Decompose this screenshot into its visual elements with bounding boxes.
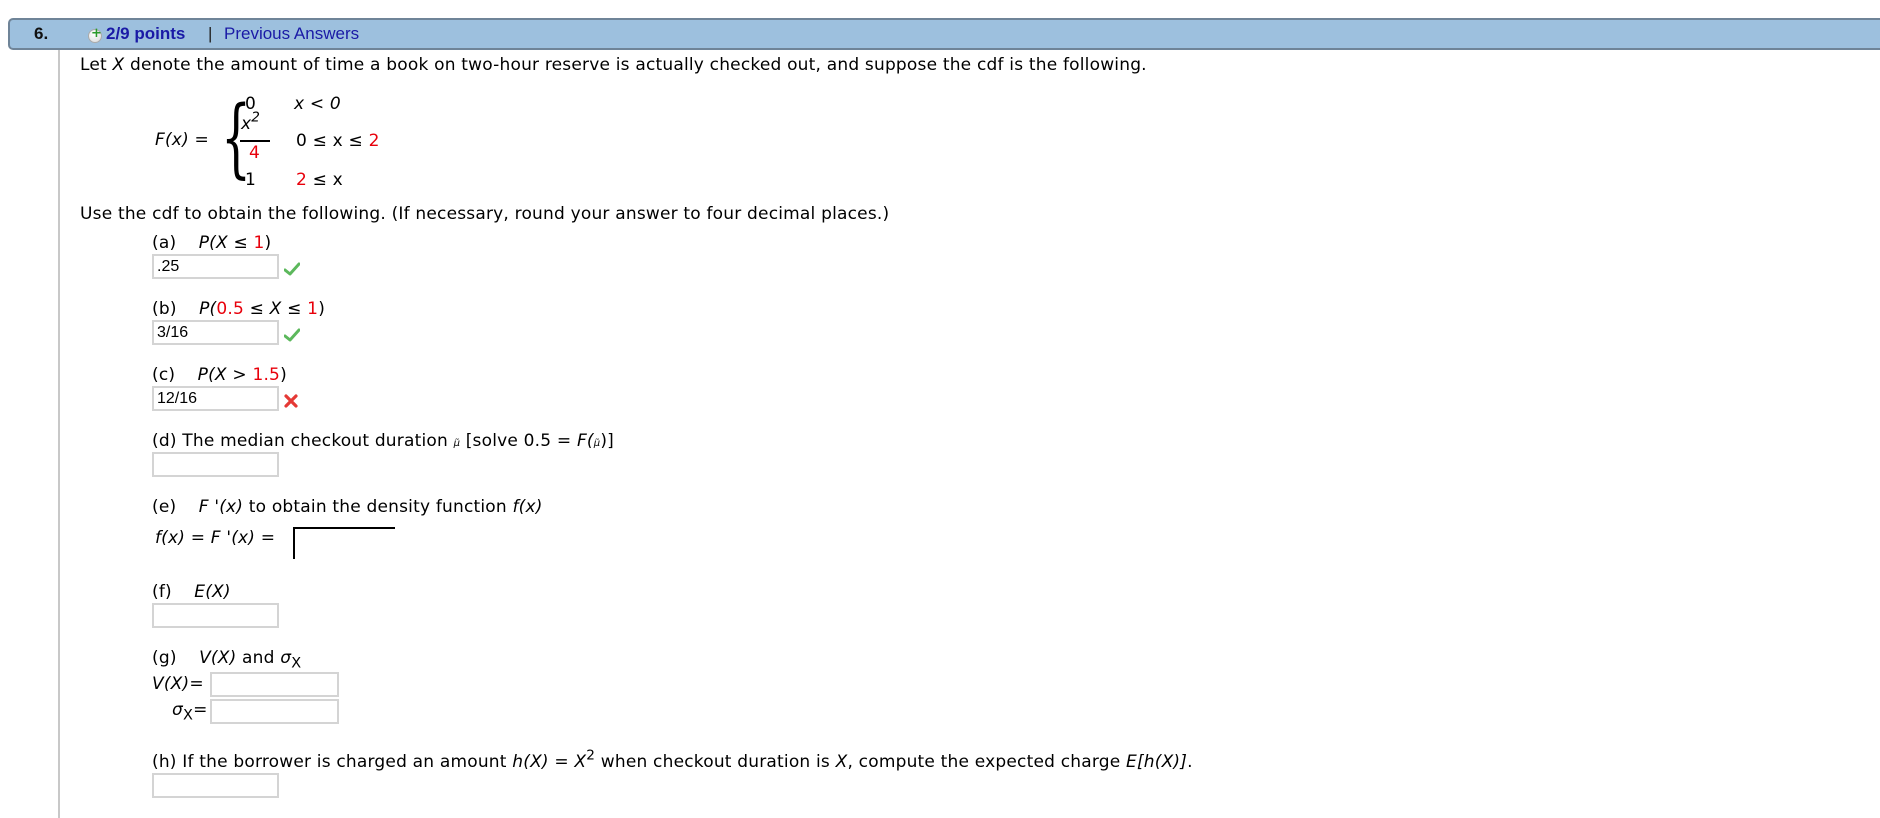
cdf-case-2-condition: 2 ≤ x (296, 170, 343, 190)
intro-text-rest: denote the amount of time a book on two-… (124, 55, 1147, 75)
cdf-case-1-denominator: 4 (249, 143, 261, 163)
cdf-case-2-value: 1 (245, 170, 257, 190)
cdf-fraction-bar (240, 140, 270, 142)
part-c-label: (c) P(X > 1.5) (152, 365, 287, 385)
x-icon (284, 394, 298, 408)
part-b-label: (b) P(0.5 ≤ X ≤ 1) (152, 299, 326, 319)
part-d-label: (d) The median checkout duration μ̃ [sol… (152, 431, 614, 451)
question-intro: Let X denote the amount of time a book o… (80, 55, 1147, 75)
cdf-case-1-numerator: x2 (241, 109, 261, 134)
cdf-case-0-condition: x < 0 (294, 94, 341, 114)
part-g-vx-input[interactable] (210, 672, 339, 697)
question-number: 6. (34, 24, 49, 43)
part-b-answer-input[interactable]: 3/16 (152, 320, 279, 345)
question-header: 6. 2/9 points | Previous Answers (8, 18, 1880, 50)
question-left-border (58, 50, 60, 818)
points-score: 2/9 points (106, 24, 186, 43)
instruction-text: Use the cdf to obtain the following. (If… (80, 204, 890, 224)
intro-var: X (112, 55, 125, 75)
part-f-answer-input[interactable] (152, 603, 279, 628)
part-a-answer-input[interactable]: .25 (152, 254, 279, 279)
part-g-label: (g) V(X) and σX (152, 648, 302, 672)
part-a-label: (a) P(X ≤ 1) (152, 233, 272, 253)
part-e-lhs: f(x) = F '(x) = (155, 528, 276, 548)
part-h-answer-input[interactable] (152, 773, 279, 798)
plus-circle-icon[interactable] (88, 26, 102, 43)
check-icon (284, 328, 300, 342)
part-g-vx-label: V(X)= (152, 674, 204, 694)
part-c-answer-input[interactable]: 12/16 (152, 386, 279, 411)
part-f-label: (f) E(X) (152, 582, 231, 602)
previous-answers-link[interactable]: Previous Answers (224, 24, 359, 44)
part-h-label: (h) If the borrower is charged an amount… (152, 747, 1193, 772)
part-e-label: (e) F '(x) to obtain the density functio… (152, 497, 543, 517)
cdf-case-1-condition: 0 ≤ x ≤ 2 (296, 131, 380, 151)
part-e-answer-input[interactable] (293, 527, 395, 559)
part-g-sigma-label: σX= (172, 700, 208, 724)
part-d-answer-input[interactable] (152, 452, 279, 477)
intro-text: Let (80, 55, 113, 75)
cdf-lhs: F(x) = (155, 130, 209, 150)
header-separator: | (208, 24, 213, 43)
part-g-sigma-input[interactable] (210, 699, 339, 724)
check-icon (284, 262, 300, 276)
